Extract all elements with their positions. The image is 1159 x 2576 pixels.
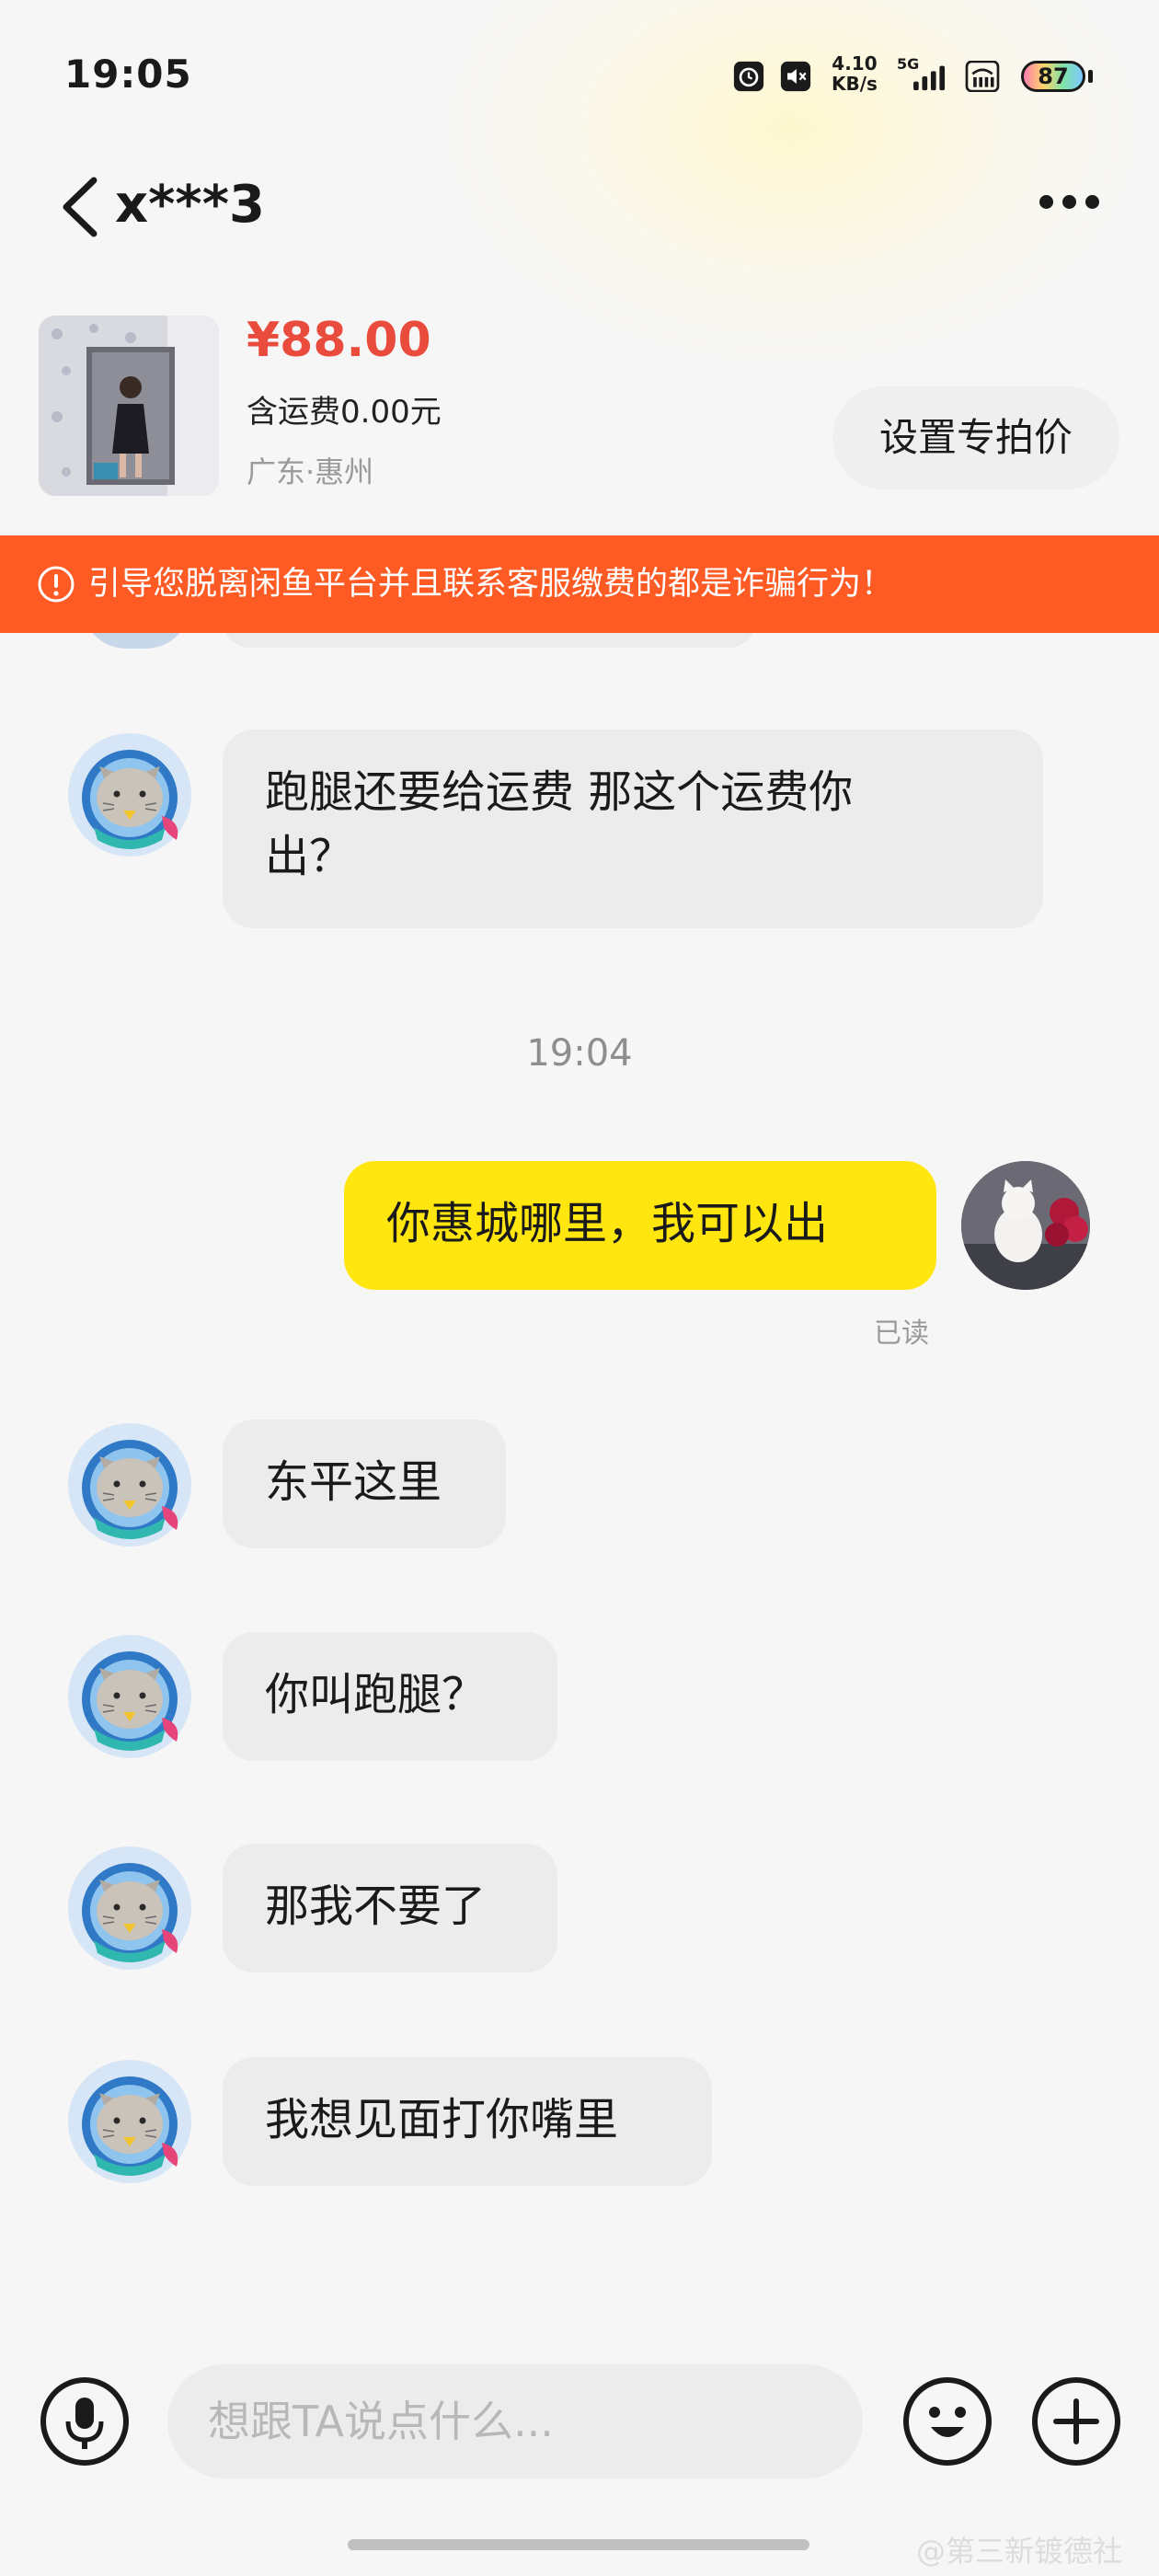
alarm-icon [733,61,764,92]
message-bubble: 那我不要了 [223,1844,557,1972]
emoji-icon[interactable] [901,2375,993,2467]
more-icon[interactable] [1039,195,1113,219]
battery-indicator: 87 [1021,61,1085,92]
product-price: ¥88.00 [247,313,431,368]
message-timestamp: 19:04 [526,1032,633,1075]
other-user-avatar[interactable] [66,1421,193,1548]
message-bubble: 我想见面打你嘴里 [223,2057,712,2186]
fraud-warning-banner: 引导您脱离闲鱼平台并且联系客服缴费的都是诈骗行为！ [0,535,1159,633]
watermark: @第三新镀德社 [916,2534,1123,2569]
set-special-price-button[interactable]: 设置专拍价 [832,386,1119,489]
message-text: 我想见面打你嘴里 [265,2094,619,2145]
product-location: 广东·惠州 [247,454,374,489]
status-time: 19:05 [64,52,192,97]
message-bubble: 跑腿还要给运费 那这个运费你 出？ [223,730,1043,928]
home-indicator[interactable] [348,2539,809,2550]
message-text: 跑腿还要给运费 那这个运费你 [265,766,854,818]
signal-icon [913,65,946,91]
microphone-icon[interactable] [39,2375,131,2467]
message-text: 那我不要了 [265,1880,487,1932]
warning-icon [38,566,75,603]
message-text: 东平这里 [265,1456,442,1508]
plus-icon[interactable] [1030,2375,1122,2467]
other-user-avatar[interactable] [66,2058,193,2185]
wifi-icon [965,61,1000,92]
product-thumbnail[interactable] [39,316,219,496]
chat-title: x***3 [115,175,265,235]
product-shipping: 含运费0.00元 [247,394,442,431]
message-input[interactable]: 想跟TA说点什么... [167,2364,863,2478]
other-user-avatar[interactable] [66,1633,193,1760]
message-text: 出？ [265,831,354,882]
other-user-avatar[interactable] [66,731,193,858]
my-message-bubble: 你惠城哪里，我可以出 [344,1161,936,1290]
message-bubble: 东平这里 [223,1420,506,1548]
battery-nub [1088,70,1093,83]
my-avatar[interactable] [961,1161,1090,1290]
message-text: 你惠城哪里，我可以出 [386,1198,829,1249]
warning-text: 引导您脱离闲鱼平台并且联系客服缴费的都是诈骗行为！ [88,566,894,603]
read-status: 已读 [874,1317,929,1350]
other-user-avatar[interactable] [66,1845,193,1972]
network-speed-value: 4.10 [832,52,878,75]
message-text: 你叫跑腿？ [265,1669,487,1720]
header-glow [442,0,1141,368]
back-icon[interactable] [53,175,109,239]
network-speed-unit: KB/s [832,73,878,95]
message-bubble: 你叫跑腿？ [223,1632,557,1761]
network-speed: 4.10 KB/s [832,53,878,94]
mute-icon [780,61,811,92]
